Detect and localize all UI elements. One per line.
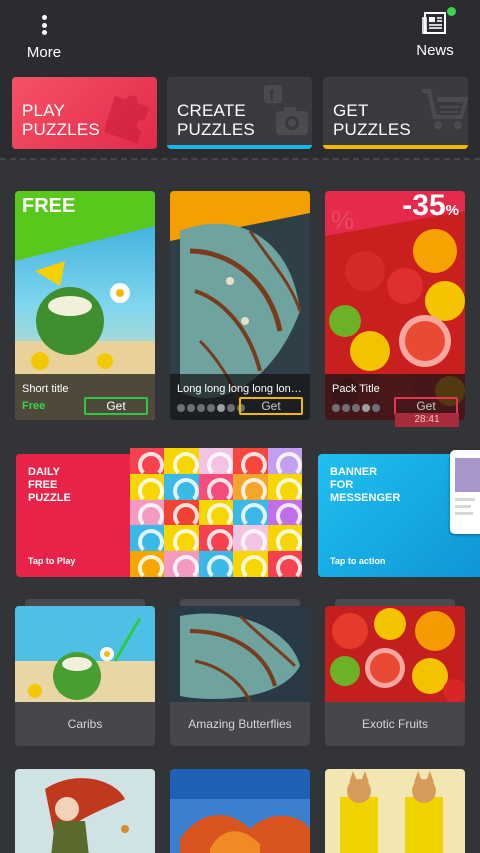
tab-play-puzzles[interactable]: PLAY PUZZLES [12, 77, 157, 149]
free-ribbon: FREE [22, 195, 76, 217]
tab-create-puzzles[interactable]: f CREATE PUZZLES [167, 77, 312, 149]
discount-unit: % [445, 202, 459, 219]
kittens-boots-image [325, 769, 465, 853]
main-tabs: PLAY PUZZLES f CREATE PUZZLES GET PUZZLE… [0, 68, 480, 160]
get-button[interactable]: Get [239, 397, 303, 415]
tab-get-line1: GET [333, 101, 369, 120]
featured-card-sale[interactable]: % -35% Pack Title Get [325, 191, 465, 420]
featured-card-free[interactable]: FREE Short title Free Get [15, 191, 155, 420]
svg-text:%: % [331, 205, 354, 235]
card-title: Pack Title [332, 383, 380, 395]
featured-card-butterfly[interactable]: Long long long long long lo... Get [170, 191, 310, 420]
daily-title-line3: PUZZLE [28, 492, 71, 504]
butterflies-image [170, 606, 310, 702]
daily-cta: Tap to Play [28, 556, 76, 566]
puzzle-feed[interactable]: FREE Short title Free Get Long long long… [0, 162, 480, 853]
pack-name: Amazing Butterflies [170, 702, 310, 746]
tab-create-line2: PUZZLES [177, 120, 255, 139]
preview-dots [177, 404, 245, 412]
more-dots-icon [41, 12, 47, 38]
svg-text:f: f [269, 88, 275, 105]
autumn-trees-image [170, 769, 310, 853]
notification-dot [447, 7, 456, 16]
card-title: Short title [22, 383, 69, 395]
camera-facebook-icon: f [264, 85, 308, 135]
get-button[interactable]: Get [84, 397, 148, 415]
card-price: Free [22, 400, 46, 412]
pack-name: Caribs [15, 702, 155, 746]
phone-mockup-icon [450, 450, 480, 534]
tab-get-puzzles[interactable]: GET PUZZLES [323, 77, 468, 149]
pack-name: Exotic Fruits [325, 702, 465, 746]
daily-title-line2: FREE [28, 479, 58, 491]
tab-create-indicator [167, 145, 312, 149]
card-title: Long long long long long lo... [177, 383, 305, 395]
discount-badge: -35% [402, 191, 459, 223]
tab-get-indicator [323, 145, 468, 149]
daily-free-puzzle-banner[interactable]: DAILY FREE PUZZLE Tap to Play [16, 448, 302, 577]
tab-play-line1: PLAY [22, 101, 66, 120]
top-bar: More News [0, 0, 480, 68]
messenger-title-line1: BANNER [330, 466, 378, 478]
messenger-title-line2: FOR [330, 479, 354, 491]
messenger-title-line3: MESSENGER [330, 492, 401, 504]
tab-get-line2: PUZZLES [333, 120, 411, 139]
caribs-image [15, 606, 155, 702]
more-label: More [26, 44, 62, 61]
preview-dots [332, 404, 380, 412]
newspaper-icon [422, 7, 456, 36]
exotic-fruits-image [325, 606, 465, 702]
messenger-banner[interactable]: BANNER FOR MESSENGER Tap to action [318, 450, 480, 577]
sale-timer: 28:41 [395, 413, 459, 427]
fairy-girl-image [15, 769, 155, 853]
tab-create-line1: CREATE [177, 101, 246, 120]
news-label: News [416, 42, 454, 59]
tab-play-line2: PUZZLES [22, 120, 100, 139]
headphones-image [130, 448, 302, 577]
news-button[interactable]: News [412, 7, 458, 59]
daily-title-line1: DAILY [28, 466, 60, 478]
discount-value: -35 [402, 191, 446, 222]
shopping-cart-icon [422, 89, 468, 129]
puzzle-piece-icon [105, 95, 150, 143]
more-button[interactable]: More [22, 12, 66, 61]
messenger-cta: Tap to action [330, 556, 386, 566]
